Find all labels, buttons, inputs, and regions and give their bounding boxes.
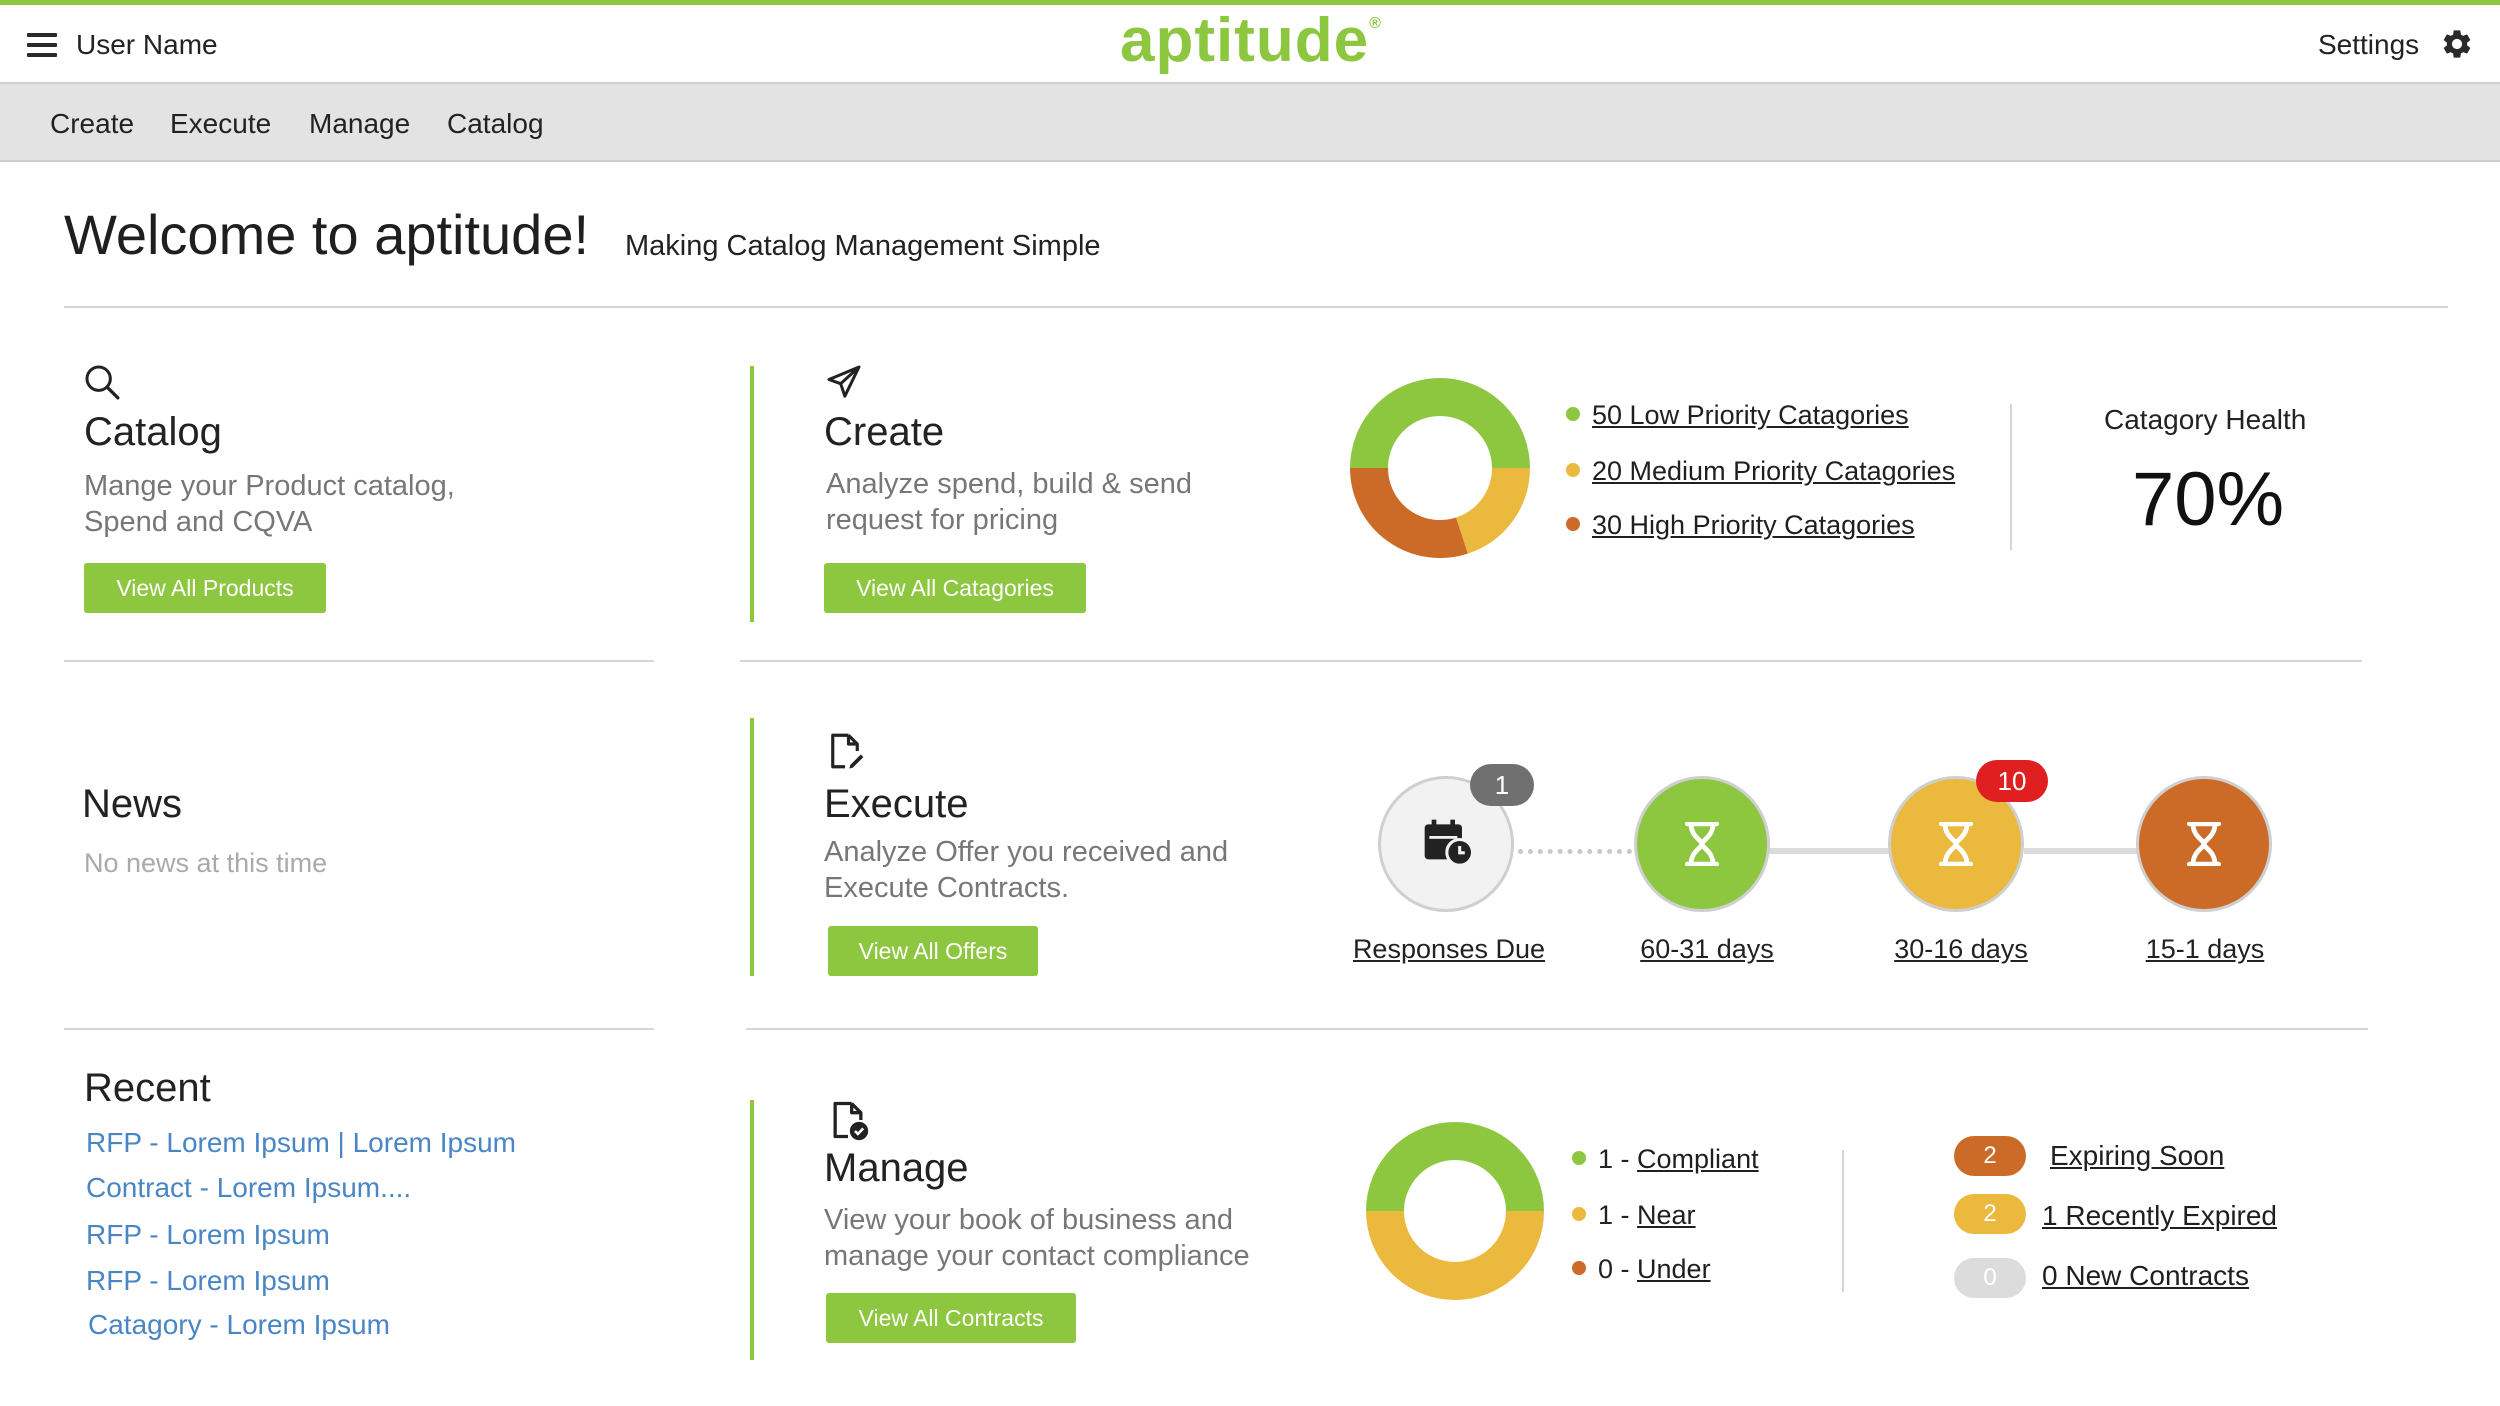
gear-icon[interactable]	[2440, 27, 2474, 61]
legend-compliant[interactable]: 1 - Compliant	[1572, 1144, 1759, 1175]
timeline-connector	[1768, 848, 1890, 854]
recent-link[interactable]: Catagory - Lorem Ipsum	[88, 1309, 390, 1341]
expiring-soon-link[interactable]: Expiring Soon	[2050, 1140, 2224, 1172]
legend-dot	[1572, 1261, 1586, 1275]
legend-dot	[1566, 463, 1580, 477]
priority-donut-segment-1	[1455, 467, 1530, 554]
catalog-title: Catalog	[84, 410, 222, 454]
health-value: 70%	[2132, 457, 2285, 542]
divider	[64, 660, 654, 662]
news-empty-text: No news at this time	[84, 848, 328, 878]
responses-due-badge: 1	[1470, 764, 1534, 806]
page-tagline: Making Catalog Management Simple	[625, 230, 1101, 262]
legend-high-priority[interactable]: 30 High Priority Catagories	[1566, 510, 1915, 541]
manage-accent-bar	[750, 1100, 754, 1360]
page-title: Welcome to aptitude!	[64, 203, 590, 266]
document-edit-icon	[831, 733, 864, 769]
hamburger-icon[interactable]	[27, 33, 57, 57]
recent-link[interactable]: RFP - Lorem Ipsum | Lorem Ipsum	[86, 1127, 516, 1159]
view-all-catagories-button[interactable]: View All Catagories	[824, 563, 1086, 613]
expiring-soon-badge: 2	[1954, 1136, 2026, 1176]
new-contracts-link[interactable]: 0 New Contracts	[2042, 1260, 2249, 1292]
calendar-clock-icon	[1424, 819, 1475, 867]
recent-link[interactable]: Contract - Lorem Ipsum....	[86, 1172, 411, 1204]
nav-item-manage[interactable]: Manage	[309, 108, 410, 140]
timeline-connector	[2024, 848, 2140, 854]
user-name[interactable]: User Name	[76, 29, 218, 61]
catalog-description: Mange your Product catalog, Spend and CQ…	[84, 470, 455, 538]
priority-donut-segment-0	[1350, 378, 1530, 469]
app-header: User Name aptitude® Settings	[0, 5, 2500, 82]
divider	[740, 660, 2362, 662]
compliance-donut-segment-1	[1366, 1210, 1544, 1300]
divider	[2010, 404, 2012, 550]
stage-label-60-31[interactable]: 60-31 days	[1602, 934, 1812, 965]
legend-low-priority[interactable]: 50 Low Priority Catagories	[1566, 400, 1909, 431]
main-nav: Create Execute Manage Catalog	[0, 82, 2500, 162]
execute-description: Analyze Offer you received and Execute C…	[824, 836, 1229, 904]
create-title: Create	[824, 410, 945, 454]
paper-plane-icon	[827, 365, 861, 398]
compliance-donut-segment-0	[1366, 1122, 1544, 1212]
legend-dot	[1566, 407, 1580, 421]
legend-medium-priority[interactable]: 20 Medium Priority Catagories	[1566, 456, 1955, 487]
nav-item-catalog[interactable]: Catalog	[447, 108, 544, 140]
view-all-offers-button[interactable]: View All Offers	[828, 926, 1038, 976]
legend-dot	[1566, 517, 1580, 531]
nav-item-execute[interactable]: Execute	[170, 108, 271, 140]
divider	[746, 1028, 2368, 1030]
hourglass-icon	[1684, 822, 1720, 866]
legend-near[interactable]: 1 - Near	[1572, 1200, 1696, 1231]
recent-link[interactable]: RFP - Lorem Ipsum	[86, 1265, 330, 1297]
priority-donut-chart	[1350, 378, 1530, 558]
news-title: News	[82, 782, 183, 826]
divider	[64, 306, 2448, 308]
manage-title: Manage	[824, 1146, 969, 1190]
create-accent-bar	[750, 366, 754, 622]
divider	[1842, 1150, 1844, 1292]
stage-label-15-1[interactable]: 15-1 days	[2106, 934, 2304, 965]
legend-dot	[1572, 1151, 1586, 1165]
legend-dot	[1572, 1207, 1586, 1221]
search-icon	[85, 365, 120, 400]
create-description: Analyze spend, build & send request for …	[826, 468, 1192, 536]
app-logo: aptitude®	[1120, 6, 1382, 75]
recently-expired-link[interactable]: 1 Recently Expired	[2042, 1200, 2277, 1232]
divider	[64, 1028, 654, 1030]
hourglass-icon	[1938, 822, 1974, 866]
compliance-donut-chart	[1366, 1122, 1544, 1300]
nav-item-create[interactable]: Create	[50, 108, 134, 140]
recent-link[interactable]: RFP - Lorem Ipsum	[86, 1219, 330, 1251]
new-contracts-badge: 0	[1954, 1258, 2026, 1298]
timeline-connector-dotted	[1518, 849, 1632, 854]
execute-title: Execute	[824, 782, 969, 826]
stage-label-responses-due[interactable]: Responses Due	[1346, 934, 1552, 965]
stage-badge-30-16: 10	[1976, 760, 2048, 802]
settings-link[interactable]: Settings	[2318, 29, 2419, 61]
view-all-products-button[interactable]: View All Products	[84, 563, 326, 613]
priority-donut-segment-2	[1350, 467, 1468, 558]
recently-expired-badge: 2	[1954, 1194, 2026, 1234]
legend-under[interactable]: 0 - Under	[1572, 1254, 1711, 1285]
execute-accent-bar	[750, 718, 754, 976]
recent-title: Recent	[84, 1066, 211, 1110]
view-all-contracts-button[interactable]: View All Contracts	[826, 1293, 1076, 1343]
document-check-icon	[833, 1101, 869, 1141]
manage-description: View your book of business and manage yo…	[824, 1204, 1250, 1272]
health-label: Catagory Health	[2104, 404, 2307, 435]
stage-label-30-16[interactable]: 30-16 days	[1858, 934, 2064, 965]
hourglass-icon	[2186, 822, 2222, 866]
